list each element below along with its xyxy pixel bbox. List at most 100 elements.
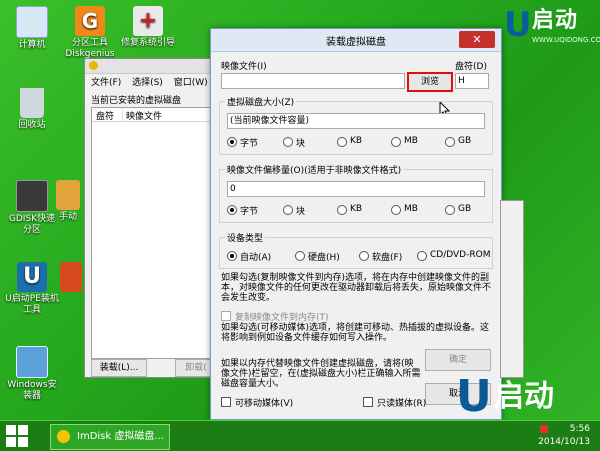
uqidong-logo: U 启动 WWW.UQIDONG.COM	[504, 5, 600, 50]
mount-button[interactable]: 装载(L)...	[91, 359, 147, 377]
taskbar: ImDisk 虚拟磁盘... 5:56 2014/10/13	[0, 420, 600, 451]
watermark-text: 启动	[494, 379, 554, 414]
copy-to-memory-checkbox[interactable]	[221, 311, 231, 321]
windows-installer-icon	[16, 346, 48, 378]
offset-unit-radio[interactable]	[337, 205, 347, 215]
offset-unit-radio-label: 字节	[240, 207, 259, 217]
app-icon	[60, 262, 82, 292]
readonly-media-label: 只读媒体(R)	[377, 399, 427, 409]
column-image-file[interactable]: 映像文件	[126, 109, 162, 122]
logo-text: 启动	[532, 8, 579, 33]
size-unit-radio[interactable]	[337, 137, 347, 147]
desktop-icon-label: U启动PE装机工具	[5, 294, 59, 315]
desktop-icon-computer[interactable]: 计算机	[2, 6, 62, 51]
readonly-media-checkbox[interactable]	[363, 397, 373, 407]
installed-disks-heading: 当前已安装的虚拟磁盘	[91, 96, 182, 106]
device-type-radio-label: 自动(A)	[240, 253, 272, 263]
offset-unit-radio-label: MB	[404, 204, 418, 214]
browse-button[interactable]: 浏览	[407, 72, 453, 92]
computer-icon	[16, 6, 48, 38]
desktop-icon-label: GDISK快速分区	[8, 214, 56, 235]
size-unit-radio[interactable]	[391, 137, 401, 147]
desktop-icon-label: 修复系统引导	[120, 38, 175, 48]
windows-logo-icon	[6, 425, 16, 435]
start-button[interactable]	[6, 425, 28, 447]
mount-disk-dialog: 装载虚拟磁盘 ✕ 映像文件(I) 盘符(D) 浏览 H 虚拟磁盘大小(Z) (当…	[210, 28, 502, 420]
desktop-icon-diskgenius[interactable]: G 分区工具 Diskgenius	[60, 6, 120, 60]
offset-input[interactable]: 0	[227, 181, 485, 197]
drive-letter-input[interactable]: H	[455, 73, 489, 89]
desktop-icon-label: 计算机	[18, 40, 46, 50]
size-unit-radio-label: MB	[404, 136, 418, 146]
offset-unit-radio[interactable]	[445, 205, 455, 215]
offset-unit-radio-label: GB	[458, 204, 472, 214]
diskgenius-icon: G	[75, 6, 105, 36]
device-type-radio-label: CD/DVD-ROM	[430, 250, 491, 260]
uqidong-pe-icon: U	[17, 262, 47, 292]
desktop-icon-windows-installer[interactable]: Windows安装器	[2, 346, 62, 402]
removable-media-checkbox[interactable]	[221, 397, 231, 407]
dialog-titlebar[interactable]: 装载虚拟磁盘 ✕	[211, 29, 501, 52]
disk-size-input[interactable]: (当前映像文件容量)	[227, 113, 485, 129]
close-button[interactable]: ✕	[459, 31, 495, 48]
size-unit-radio[interactable]	[227, 137, 237, 147]
offset-group-label: 映像文件偏移量(O)(适用于非映像文件格式)	[225, 163, 404, 176]
copy-to-memory-label: 复制映像文件到内存(T)	[235, 313, 329, 323]
logo-u: U	[504, 5, 532, 45]
note-copy-to-memory: 如果勾选(复制映像文件到内存)选项，将在内存中创建映像文件的副本，对映像文件的任…	[221, 273, 492, 303]
desktop-icon-pe-installer[interactable]: U U启动PE装机工具	[2, 262, 62, 316]
menu-bar: 文件(F) 选择(S) 窗口(W)	[91, 75, 216, 88]
device-type-radio[interactable]	[359, 251, 369, 261]
desktop-icon-label: Windows安装器	[7, 380, 57, 401]
dialog-title: 装载虚拟磁盘	[326, 37, 386, 48]
device-type-radio-label: 软盘(F)	[372, 253, 403, 263]
gdisk-icon	[16, 180, 48, 212]
note-removable: 如果勾选(可移动媒体)选项，将创建可移动、热插拔的虚拟设备。这将影响到例如设备文…	[221, 323, 490, 343]
window-app-icon	[89, 61, 98, 70]
desktop-icon-label: 手动	[58, 212, 77, 222]
device-type-radio[interactable]	[295, 251, 305, 261]
desktop-icon-app[interactable]	[58, 262, 84, 294]
taskbar-item-label: ImDisk 虚拟磁盘...	[77, 431, 164, 442]
size-unit-radio-label: GB	[458, 136, 472, 146]
repair-kit-icon: +	[133, 6, 163, 36]
clock-time: 5:56	[569, 424, 590, 434]
disk-size-group-label: 虚拟磁盘大小(Z)	[225, 95, 297, 108]
drive-letter-label: 盘符(D)	[455, 62, 487, 72]
note-memory-disk: 如果以内存代替映像文件创建虚拟磁盘，请将(映像文件)栏留空，在(虚拟磁盘大小)栏…	[221, 359, 421, 389]
removable-media-label: 可移动媒体(V)	[235, 399, 294, 409]
menu-file[interactable]: 文件(F)	[91, 75, 121, 88]
watermark-u: U	[456, 371, 492, 422]
offset-unit-radio[interactable]	[391, 205, 401, 215]
offset-unit-radio[interactable]	[283, 205, 293, 215]
desktop-icon-repair[interactable]: + 修复系统引导	[118, 6, 178, 49]
desktop-icon-label: 分区工具 Diskgenius	[65, 38, 115, 59]
size-unit-radio[interactable]	[445, 137, 455, 147]
manual-tool-icon	[56, 180, 80, 210]
desktop-icon-label: 回收站	[18, 120, 46, 130]
ok-button[interactable]: 确定	[425, 349, 491, 371]
column-drive[interactable]: 盘符	[96, 109, 114, 122]
offset-unit-radio-label: KB	[350, 204, 363, 214]
device-type-group-label: 设备类型	[225, 231, 266, 244]
size-unit-radio-label: 块	[296, 139, 306, 149]
recycle-bin-icon	[20, 88, 44, 118]
size-unit-radio[interactable]	[283, 137, 293, 147]
taskbar-item-imdisk[interactable]: ImDisk 虚拟磁盘...	[50, 424, 170, 450]
offset-unit-radio[interactable]	[227, 205, 237, 215]
menu-window[interactable]: 窗口(W)	[174, 75, 208, 88]
size-unit-radio-label: 字节	[240, 139, 259, 149]
imdisk-disc-icon	[57, 430, 70, 443]
clock-date: 2014/10/13	[538, 437, 590, 447]
system-clock[interactable]: 5:56 2014/10/13	[538, 423, 590, 449]
desktop-icon-recycle-bin[interactable]: 回收站	[2, 88, 62, 131]
offset-unit-radio-label: 块	[296, 207, 306, 217]
watermark-logo: U 启动	[456, 372, 596, 422]
size-unit-radio-label: KB	[350, 136, 363, 146]
device-type-radio[interactable]	[227, 251, 237, 261]
menu-select[interactable]: 选择(S)	[132, 75, 163, 88]
device-type-radio[interactable]	[417, 251, 427, 261]
image-file-input[interactable]	[221, 73, 405, 89]
device-type-radio-label: 硬盘(H)	[308, 253, 340, 263]
desktop-icon-manual[interactable]: 手动	[52, 180, 84, 223]
